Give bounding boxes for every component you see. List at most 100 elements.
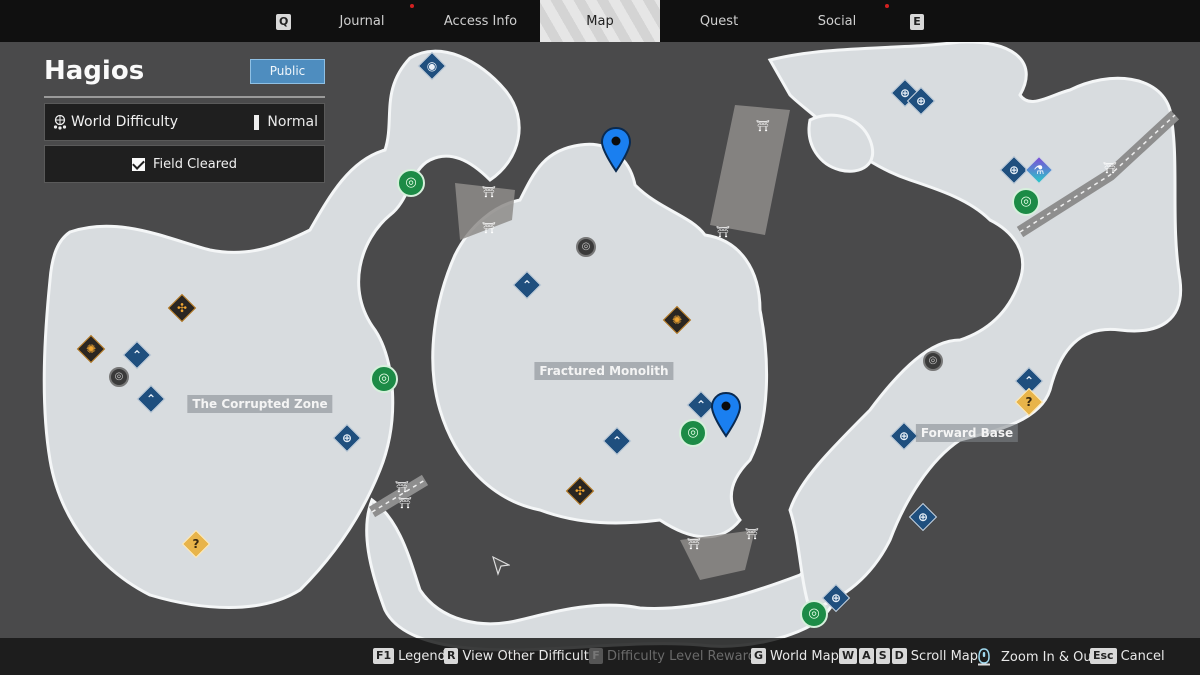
top-navigation-bar: Q Journal Access Info Map Quest Social E [0, 0, 1200, 42]
map-marker-boss-icon[interactable]: ✺ [76, 334, 106, 364]
chevron-up-icon: ⌃ [611, 434, 623, 448]
map-marker-signal-icon[interactable]: ◉ [417, 51, 447, 81]
notification-dot [410, 4, 414, 8]
map-marker-locked-circle-icon[interactable]: ◎ [109, 367, 129, 387]
notification-dot [885, 4, 889, 8]
map-marker-crosshair-icon[interactable]: ⊕ [332, 423, 362, 453]
crosshair-icon: ⊕ [917, 510, 929, 524]
waypoint-pin[interactable] [710, 391, 742, 438]
hint-zoom[interactable]: Zoom In & Out [977, 648, 1097, 666]
hint-view-other-difficulty[interactable]: R View Other Difficulty [444, 648, 597, 664]
area-label-forward-base[interactable]: Forward Base [915, 424, 1019, 442]
map-marker-locked-circle-icon[interactable]: ◎ [576, 237, 596, 257]
locked-circle-icon: ◎ [928, 355, 938, 366]
hint-scroll-map[interactable]: W A S D Scroll Map [839, 648, 978, 664]
map-marker-vulgus-circle-icon[interactable]: ◎ [397, 169, 425, 197]
map-marker-boss-icon[interactable]: ✺ [662, 305, 692, 335]
bridge [710, 105, 790, 235]
boss-icon: ✣ [176, 301, 188, 315]
next-tab-key[interactable]: E [910, 14, 924, 30]
map-marker-vulgus-circle-icon[interactable]: ◎ [800, 600, 828, 628]
crosshair-icon: ⊕ [915, 94, 927, 108]
vulgus-circle-icon: ◎ [1020, 194, 1032, 209]
tab-quest[interactable]: Quest [660, 0, 778, 42]
mystery-icon: ? [1025, 395, 1033, 409]
tab-access-info[interactable]: Access Info [421, 0, 540, 42]
checkbox-checked-icon [131, 157, 145, 171]
crosshair-icon: ⊕ [898, 429, 910, 443]
map-marker-crosshair-icon[interactable]: ⊕ [906, 86, 936, 116]
crosshair-icon: ⊕ [830, 591, 842, 605]
signal-icon: ◉ [426, 59, 438, 73]
key-w: W [839, 648, 858, 664]
map-marker-crosshair-icon[interactable]: ⊕ [908, 502, 938, 532]
flask-icon: ⚗ [1033, 163, 1045, 177]
chevron-up-icon: ⌃ [521, 278, 533, 292]
crosshair-icon: ⊕ [341, 431, 353, 445]
gate-icon: ⛩ [745, 527, 759, 541]
locked-circle-icon: ◎ [581, 241, 591, 252]
field-cleared-label: Field Cleared [152, 156, 238, 172]
area-label-corrupted-zone[interactable]: The Corrupted Zone [187, 395, 333, 413]
map-marker-boss-icon[interactable]: ✣ [565, 476, 595, 506]
map-marker-chevron-up-icon[interactable]: ⌃ [136, 384, 166, 414]
gate-icon: ⛩ [756, 119, 770, 133]
gate-icon: ⛩ [687, 537, 701, 551]
difficulty-level-bar [254, 114, 260, 130]
globe-stars-icon [53, 114, 67, 130]
boss-icon: ✣ [574, 484, 586, 498]
gate-icon: ⛩ [482, 221, 496, 235]
map-marker-vulgus-circle-icon[interactable]: ◎ [370, 365, 398, 393]
world-difficulty-row[interactable]: World Difficulty Normal [44, 103, 325, 141]
tab-journal[interactable]: Journal [303, 0, 421, 42]
hint-legend[interactable]: F1 Legend [373, 648, 446, 664]
map-marker-crosshair-icon[interactable]: ⊕ [821, 583, 851, 613]
prev-tab-key[interactable]: Q [276, 14, 292, 30]
visibility-public-button[interactable]: Public [250, 59, 325, 84]
mouse-cursor-icon [492, 556, 510, 576]
gate-icon: ⛩ [398, 496, 412, 510]
map-marker-vulgus-circle-icon[interactable]: ◎ [1012, 188, 1040, 216]
world-difficulty-label: World Difficulty [71, 114, 179, 130]
vulgus-circle-icon: ◎ [808, 606, 820, 621]
map-marker-mystery-icon[interactable]: ? [181, 529, 211, 559]
chevron-up-icon: ⌃ [131, 348, 143, 362]
gate-icon: ⛩ [482, 185, 496, 199]
world-difficulty-value: Normal [267, 114, 318, 130]
gate-icon: ⛩ [395, 480, 409, 494]
key-s: S [875, 648, 890, 664]
map-marker-chevron-up-icon[interactable]: ⌃ [512, 270, 542, 300]
divider [44, 96, 325, 98]
gate-icon: ⛩ [716, 225, 730, 239]
map-marker-locked-circle-icon[interactable]: ◎ [923, 351, 943, 371]
hint-world-map[interactable]: G World Map [751, 648, 839, 664]
mouse-wheel-icon [978, 648, 990, 666]
map-marker-vulgus-circle-icon[interactable]: ◎ [679, 419, 707, 447]
key-f1: F1 [373, 648, 395, 664]
vulgus-circle-icon: ◎ [687, 425, 699, 440]
map-terrain [42, 40, 1183, 652]
tab-social[interactable]: Social [778, 0, 896, 42]
map-marker-flask-icon[interactable]: ⚗ [1024, 155, 1054, 185]
hint-cancel[interactable]: Esc Cancel [1090, 648, 1165, 664]
boss-icon: ✺ [85, 342, 97, 356]
map-marker-crosshair-icon[interactable]: ⊕ [889, 421, 919, 451]
key-g: G [751, 648, 767, 664]
chevron-up-icon: ⌃ [145, 392, 157, 406]
control-hints-bar: F1 Legend R View Other Difficulty F Diff… [0, 638, 1200, 675]
key-r: R [444, 648, 459, 664]
waypoint-pin[interactable] [600, 126, 632, 173]
vulgus-circle-icon: ◎ [405, 175, 417, 190]
field-cleared-row: Field Cleared [44, 145, 325, 183]
map-marker-chevron-up-icon[interactable]: ⌃ [602, 426, 632, 456]
map-marker-mystery-icon[interactable]: ? [1014, 387, 1044, 417]
area-label-fractured-monolith[interactable]: Fractured Monolith [534, 362, 674, 380]
map-marker-crosshair-icon[interactable]: ⊕ [999, 155, 1029, 185]
locked-circle-icon: ◎ [114, 371, 124, 382]
world-map[interactable]: ◉ ◎ ✣ ✺ ⌃ ◎ ⌃ ◎ ⊕? ◎ ⌃ ✺ ⌃ ⌃ ◎ ✣ ⊕ ⊕ ⊕ ⚗ ◎ ◎ ⌃? ⊕ ⊕ ⊕ ◎ ⛩ ⛩ ⛩ ⛩ ⛩ … [0, 0, 1200, 675]
map-marker-boss-icon[interactable]: ✣ [167, 293, 197, 323]
map-marker-chevron-up-icon[interactable]: ⌃ [122, 340, 152, 370]
region-title: Hagios [44, 56, 145, 86]
mystery-icon: ? [192, 537, 200, 551]
tab-map[interactable]: Map [540, 0, 660, 42]
